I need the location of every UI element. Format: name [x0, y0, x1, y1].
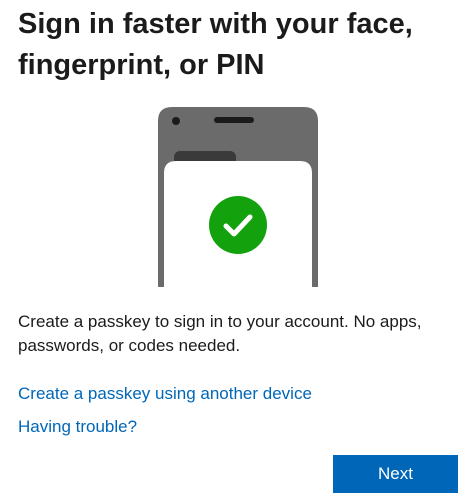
create-passkey-other-device-link[interactable]: Create a passkey using another device — [18, 383, 312, 405]
check-icon — [209, 196, 267, 254]
phone-camera — [172, 117, 180, 125]
next-button[interactable]: Next — [333, 455, 458, 493]
having-trouble-link[interactable]: Having trouble? — [18, 416, 137, 438]
phone-speaker — [214, 117, 254, 123]
page-title: Sign in faster with your face, fingerpri… — [18, 8, 413, 81]
description-text: Create a passkey to sign in to your acco… — [18, 312, 422, 355]
phone-illustration — [158, 107, 318, 287]
